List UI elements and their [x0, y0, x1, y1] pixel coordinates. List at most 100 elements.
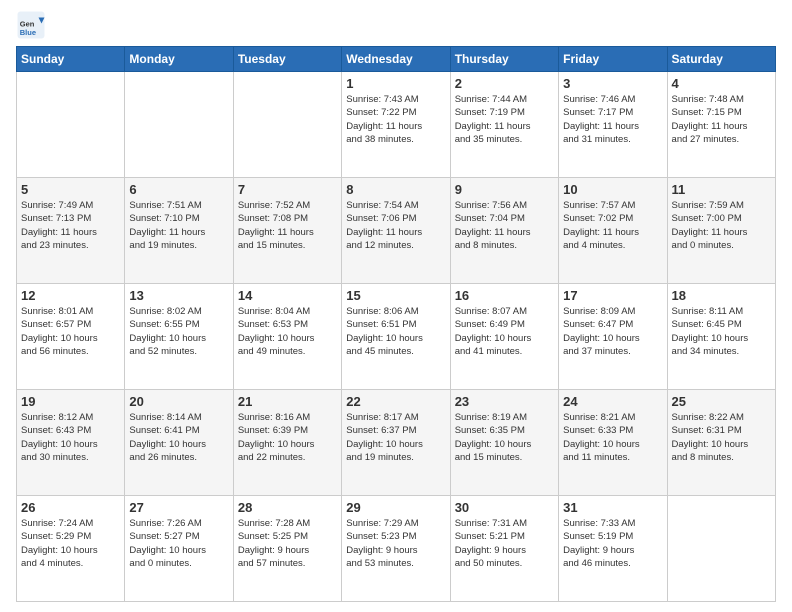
- day-number: 1: [346, 76, 445, 91]
- day-number: 20: [129, 394, 228, 409]
- day-number: 11: [672, 182, 771, 197]
- weekday-header: Friday: [559, 47, 667, 72]
- calendar-cell: 1 Sunrise: 7:43 AM Sunset: 7:22 PM Daylig…: [342, 72, 450, 178]
- calendar-cell: 8 Sunrise: 7:54 AM Sunset: 7:06 PM Daylig…: [342, 178, 450, 284]
- calendar-cell: 15 Sunrise: 8:06 AM Sunset: 6:51 PM Dayli…: [342, 284, 450, 390]
- calendar-cell: 10Sunrise: 7:57 AM Sunset: 7:02 PM Dayli…: [559, 178, 667, 284]
- day-info: Sunrise: 7:24 AM Sunset: 5:29 PM Dayligh…: [21, 517, 120, 570]
- weekday-header: Tuesday: [233, 47, 341, 72]
- day-number: 12: [21, 288, 120, 303]
- day-info: Sunrise: 7:59 AM Sunset: 7:00 PM Dayligh…: [672, 199, 771, 252]
- day-number: 22: [346, 394, 445, 409]
- day-number: 28: [238, 500, 337, 515]
- day-info: Sunrise: 8:17 AM Sunset: 6:37 PM Dayligh…: [346, 411, 445, 464]
- logo-icon: Gen Blue: [16, 10, 46, 40]
- calendar-cell: 24 Sunrise: 8:21 AM Sunset: 6:33 PM Dayli…: [559, 390, 667, 496]
- day-info: Sunrise: 7:26 AM Sunset: 5:27 PM Dayligh…: [129, 517, 228, 570]
- calendar-week-row: 12 Sunrise: 8:01 AM Sunset: 6:57 PM Dayli…: [17, 284, 776, 390]
- day-info: Sunrise: 7:48 AM Sunset: 7:15 PM Dayligh…: [672, 93, 771, 146]
- day-info: Sunrise: 7:49 AM Sunset: 7:13 PM Dayligh…: [21, 199, 120, 252]
- day-number: 29: [346, 500, 445, 515]
- day-number: 26: [21, 500, 120, 515]
- calendar-cell: 31 Sunrise: 7:33 AM Sunset: 5:19 PM Dayli…: [559, 496, 667, 602]
- calendar-cell: 21 Sunrise: 8:16 AM Sunset: 6:39 PM Dayli…: [233, 390, 341, 496]
- calendar-cell: 30Sunrise: 7:31 AM Sunset: 5:21 PM Dayli…: [450, 496, 558, 602]
- calendar-cell: 14 Sunrise: 8:04 AM Sunset: 6:53 PM Dayli…: [233, 284, 341, 390]
- calendar-week-row: 1 Sunrise: 7:43 AM Sunset: 7:22 PM Daylig…: [17, 72, 776, 178]
- day-info: Sunrise: 7:33 AM Sunset: 5:19 PM Dayligh…: [563, 517, 662, 570]
- day-info: Sunrise: 7:44 AM Sunset: 7:19 PM Dayligh…: [455, 93, 554, 146]
- calendar-cell: [17, 72, 125, 178]
- calendar-cell: 3Sunrise: 7:46 AM Sunset: 7:17 PM Daylig…: [559, 72, 667, 178]
- calendar-cell: 27 Sunrise: 7:26 AM Sunset: 5:27 PM Dayli…: [125, 496, 233, 602]
- calendar-cell: 28Sunrise: 7:28 AM Sunset: 5:25 PM Dayli…: [233, 496, 341, 602]
- day-info: Sunrise: 7:46 AM Sunset: 7:17 PM Dayligh…: [563, 93, 662, 146]
- calendar-cell: 11 Sunrise: 7:59 AM Sunset: 7:00 PM Dayli…: [667, 178, 775, 284]
- day-info: Sunrise: 8:19 AM Sunset: 6:35 PM Dayligh…: [455, 411, 554, 464]
- calendar-cell: 19 Sunrise: 8:12 AM Sunset: 6:43 PM Dayli…: [17, 390, 125, 496]
- day-number: 9: [455, 182, 554, 197]
- calendar-week-row: 26 Sunrise: 7:24 AM Sunset: 5:29 PM Dayli…: [17, 496, 776, 602]
- day-number: 4: [672, 76, 771, 91]
- day-number: 27: [129, 500, 228, 515]
- day-number: 25: [672, 394, 771, 409]
- day-info: Sunrise: 8:06 AM Sunset: 6:51 PM Dayligh…: [346, 305, 445, 358]
- day-number: 23: [455, 394, 554, 409]
- calendar-cell: 13 Sunrise: 8:02 AM Sunset: 6:55 PM Dayli…: [125, 284, 233, 390]
- calendar-cell: 23 Sunrise: 8:19 AM Sunset: 6:35 PM Dayli…: [450, 390, 558, 496]
- day-info: Sunrise: 8:07 AM Sunset: 6:49 PM Dayligh…: [455, 305, 554, 358]
- day-number: 15: [346, 288, 445, 303]
- page: Gen Blue SundayMondayTuesdayWednesdayThu…: [0, 0, 792, 612]
- calendar-cell: 20Sunrise: 8:14 AM Sunset: 6:41 PM Dayli…: [125, 390, 233, 496]
- weekday-header: Thursday: [450, 47, 558, 72]
- day-number: 19: [21, 394, 120, 409]
- calendar-cell: 25 Sunrise: 8:22 AM Sunset: 6:31 PM Dayli…: [667, 390, 775, 496]
- calendar-cell: 26 Sunrise: 7:24 AM Sunset: 5:29 PM Dayli…: [17, 496, 125, 602]
- day-info: Sunrise: 8:12 AM Sunset: 6:43 PM Dayligh…: [21, 411, 120, 464]
- weekday-header: Sunday: [17, 47, 125, 72]
- calendar-cell: 2 Sunrise: 7:44 AM Sunset: 7:19 PM Daylig…: [450, 72, 558, 178]
- calendar-cell: 17Sunrise: 8:09 AM Sunset: 6:47 PM Dayli…: [559, 284, 667, 390]
- calendar-cell: 6 Sunrise: 7:51 AM Sunset: 7:10 PM Daylig…: [125, 178, 233, 284]
- day-number: 13: [129, 288, 228, 303]
- day-number: 30: [455, 500, 554, 515]
- day-number: 21: [238, 394, 337, 409]
- calendar-cell: 29Sunrise: 7:29 AM Sunset: 5:23 PM Dayli…: [342, 496, 450, 602]
- day-info: Sunrise: 8:02 AM Sunset: 6:55 PM Dayligh…: [129, 305, 228, 358]
- calendar-cell: 16 Sunrise: 8:07 AM Sunset: 6:49 PM Dayli…: [450, 284, 558, 390]
- day-number: 8: [346, 182, 445, 197]
- svg-text:Blue: Blue: [20, 28, 36, 37]
- header: Gen Blue: [16, 10, 776, 40]
- day-number: 16: [455, 288, 554, 303]
- day-info: Sunrise: 7:56 AM Sunset: 7:04 PM Dayligh…: [455, 199, 554, 252]
- day-info: Sunrise: 8:09 AM Sunset: 6:47 PM Dayligh…: [563, 305, 662, 358]
- day-info: Sunrise: 7:51 AM Sunset: 7:10 PM Dayligh…: [129, 199, 228, 252]
- day-info: Sunrise: 8:01 AM Sunset: 6:57 PM Dayligh…: [21, 305, 120, 358]
- day-number: 2: [455, 76, 554, 91]
- calendar-cell: 18Sunrise: 8:11 AM Sunset: 6:45 PM Dayli…: [667, 284, 775, 390]
- calendar-cell: 22 Sunrise: 8:17 AM Sunset: 6:37 PM Dayli…: [342, 390, 450, 496]
- calendar-week-row: 5Sunrise: 7:49 AM Sunset: 7:13 PM Daylig…: [17, 178, 776, 284]
- day-number: 18: [672, 288, 771, 303]
- day-number: 31: [563, 500, 662, 515]
- day-info: Sunrise: 7:54 AM Sunset: 7:06 PM Dayligh…: [346, 199, 445, 252]
- day-number: 24: [563, 394, 662, 409]
- day-number: 6: [129, 182, 228, 197]
- calendar-body: 1 Sunrise: 7:43 AM Sunset: 7:22 PM Daylig…: [17, 72, 776, 602]
- day-number: 7: [238, 182, 337, 197]
- day-info: Sunrise: 7:43 AM Sunset: 7:22 PM Dayligh…: [346, 93, 445, 146]
- day-info: Sunrise: 8:22 AM Sunset: 6:31 PM Dayligh…: [672, 411, 771, 464]
- weekday-header: Wednesday: [342, 47, 450, 72]
- calendar-cell: 9 Sunrise: 7:56 AM Sunset: 7:04 PM Daylig…: [450, 178, 558, 284]
- weekday-header: Saturday: [667, 47, 775, 72]
- calendar-week-row: 19 Sunrise: 8:12 AM Sunset: 6:43 PM Dayli…: [17, 390, 776, 496]
- day-info: Sunrise: 8:16 AM Sunset: 6:39 PM Dayligh…: [238, 411, 337, 464]
- calendar-cell: [233, 72, 341, 178]
- day-info: Sunrise: 8:21 AM Sunset: 6:33 PM Dayligh…: [563, 411, 662, 464]
- weekday-header: Monday: [125, 47, 233, 72]
- calendar-cell: [667, 496, 775, 602]
- calendar-cell: 4 Sunrise: 7:48 AM Sunset: 7:15 PM Daylig…: [667, 72, 775, 178]
- logo: Gen Blue: [16, 10, 50, 40]
- day-info: Sunrise: 8:04 AM Sunset: 6:53 PM Dayligh…: [238, 305, 337, 358]
- day-number: 14: [238, 288, 337, 303]
